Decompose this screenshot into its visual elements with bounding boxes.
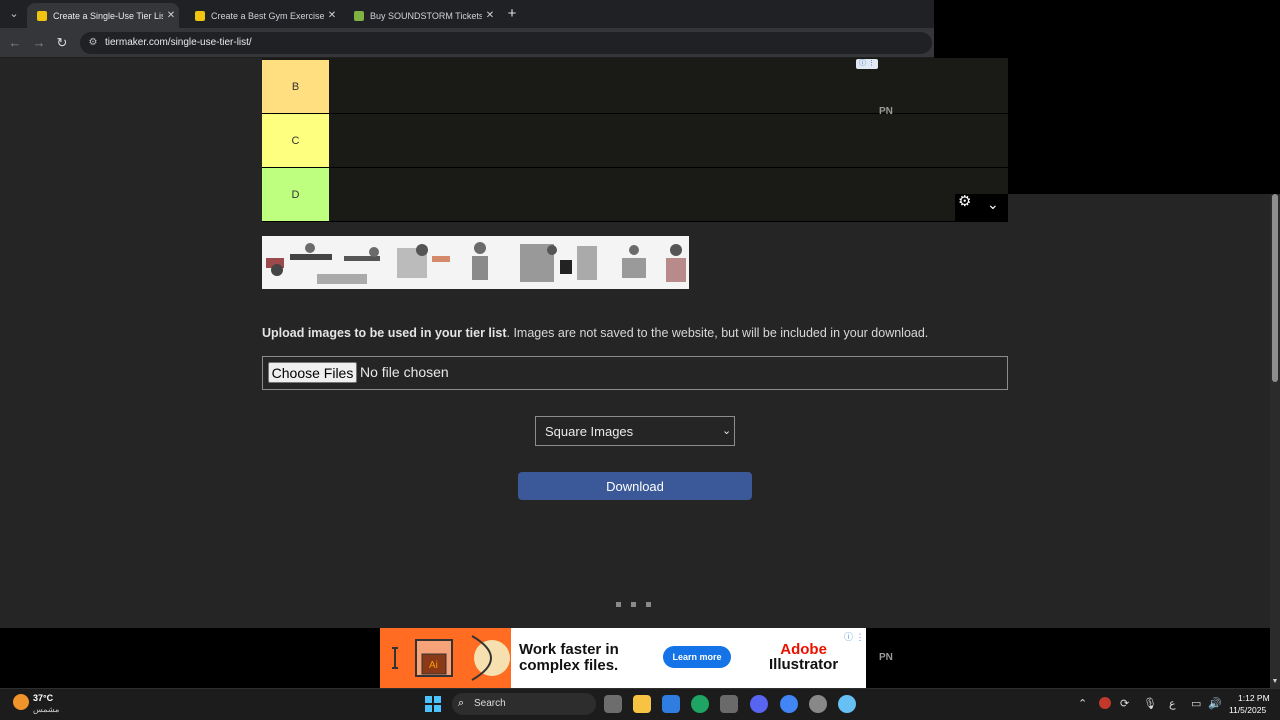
taskbar-search-label: Search (474, 698, 506, 709)
tray-app-icon[interactable] (1099, 697, 1111, 709)
windows-start-icon[interactable] (425, 696, 441, 712)
select-chevron-icon: ⌄ (722, 425, 732, 437)
site-settings-icon[interactable]: ⚙ (86, 36, 100, 50)
chevron-down-icon[interactable]: ⌄ (987, 196, 999, 213)
close-tab-icon[interactable]: ✕ (324, 10, 340, 21)
adobe-ad-banner[interactable]: Ai Work faster in complex files. Learn m… (380, 628, 866, 688)
search-icon: ⌕ (458, 697, 465, 709)
loading-dot (631, 602, 636, 607)
task-view-icon[interactable] (604, 695, 622, 713)
gear-icon[interactable]: ⚙ (958, 192, 971, 210)
tab-search-chevron-icon[interactable]: ⌄ (6, 6, 22, 22)
url-text[interactable]: tiermaker.com/single-use-tier-list/ (105, 37, 252, 48)
tray-expand-icon[interactable]: ⌃ (1078, 697, 1087, 710)
download-button[interactable]: Download (518, 472, 752, 500)
clock-date[interactable]: 11/5/2025 (1229, 705, 1266, 715)
volume-icon[interactable]: 🔊 (1208, 697, 1222, 710)
loading-dot (616, 602, 621, 607)
tier-label[interactable]: C (262, 114, 329, 167)
tab-title: Buy SOUNDSTORM Tickets 202 (370, 10, 482, 21)
microsoft-store-icon[interactable] (720, 695, 738, 713)
microphone-icon[interactable]: 🎙 (1143, 697, 1157, 710)
steam-icon[interactable] (838, 695, 856, 713)
tab-title: Create a Single-Use Tier List (P (53, 10, 163, 21)
back-arrow-icon[interactable]: ← (6, 34, 24, 52)
copilot-icon[interactable] (662, 695, 680, 713)
ad-brand: Adobe Illustrator (769, 642, 838, 672)
soundstorm-favicon-icon (354, 10, 364, 21)
ad-artwork: Ai (380, 628, 511, 688)
tier-row-b[interactable]: B (262, 60, 1008, 114)
tab-gym-exercises[interactable]: Create a Best Gym Exercises (1 ✕ (185, 3, 340, 28)
pn-label: PN (879, 652, 893, 663)
pn-label: PN (879, 106, 893, 117)
tab-tier-list[interactable]: Create a Single-Use Tier List (P ✕ (27, 3, 179, 28)
weather-temperature[interactable]: 37°C (33, 693, 53, 703)
edge-browser-icon[interactable] (691, 695, 709, 713)
upload-instructions-rest: . Images are not saved to the website, b… (506, 326, 929, 340)
tier-label[interactable]: D (262, 168, 329, 221)
chrome-icon[interactable] (780, 695, 798, 713)
tab-soundstorm[interactable]: Buy SOUNDSTORM Tickets 202 ✕ (344, 3, 498, 28)
tier-table: B C D (262, 58, 1008, 222)
sync-icon[interactable]: ⟳ (1120, 697, 1129, 710)
sun-weather-icon[interactable] (13, 694, 29, 710)
close-tab-icon[interactable]: ✕ (163, 10, 179, 21)
exercise-thumbnails-image[interactable] (262, 236, 689, 289)
ad-choices-icon[interactable]: ⓘ ⋮ (856, 59, 878, 69)
ad-brand-line1: Adobe (780, 641, 827, 658)
ai-logo-text: Ai (429, 660, 438, 671)
tiermaker-favicon-icon (37, 10, 47, 21)
reload-icon[interactable]: ↻ (53, 34, 71, 52)
illustrator-art-icon: Ai (380, 628, 511, 688)
upload-instructions-bold: Upload images to be used in your tier li… (262, 326, 507, 340)
ad-headline-line2: complex files. (519, 657, 619, 674)
upload-instructions: Upload images to be used in your tier li… (262, 326, 928, 340)
tab-title: Create a Best Gym Exercises (1 (211, 10, 324, 21)
input-language[interactable]: ع (1169, 697, 1176, 710)
weather-description[interactable]: مشمس (33, 705, 59, 714)
network-icon[interactable]: ▭ (1191, 697, 1201, 710)
image-pool[interactable] (262, 236, 689, 289)
file-explorer-icon[interactable] (633, 695, 651, 713)
new-tab-button[interactable]: + (504, 6, 520, 22)
learn-more-button[interactable]: Learn more (663, 646, 731, 668)
discord-icon[interactable] (750, 695, 768, 713)
ad-headline-line1: Work faster in (519, 641, 619, 658)
tier-label[interactable]: B (262, 60, 329, 113)
image-shape-select[interactable]: Square Images (535, 416, 735, 446)
tiermaker-favicon-icon (195, 10, 205, 21)
tier-row-d[interactable]: D (262, 168, 1008, 222)
app-icon[interactable] (809, 695, 827, 713)
tier-row-c[interactable]: C (262, 114, 1008, 168)
clock-time[interactable]: 1:12 PM (1238, 693, 1270, 703)
loading-dot (646, 602, 651, 607)
ad-headline: Work faster in complex files. (519, 642, 619, 674)
file-status: No file chosen (360, 364, 449, 380)
close-tab-icon[interactable]: ✕ (482, 10, 498, 21)
choose-files-button[interactable]: Choose Files (268, 362, 357, 383)
ad-brand-line2: Illustrator (769, 656, 839, 673)
ad-info-icon[interactable]: ⓘ ⋮ (844, 630, 865, 643)
scrollbar-thumb[interactable] (1272, 194, 1278, 382)
scroll-down-arrow-icon[interactable]: ▼ (1270, 678, 1280, 688)
forward-arrow-icon[interactable]: → (30, 34, 48, 52)
